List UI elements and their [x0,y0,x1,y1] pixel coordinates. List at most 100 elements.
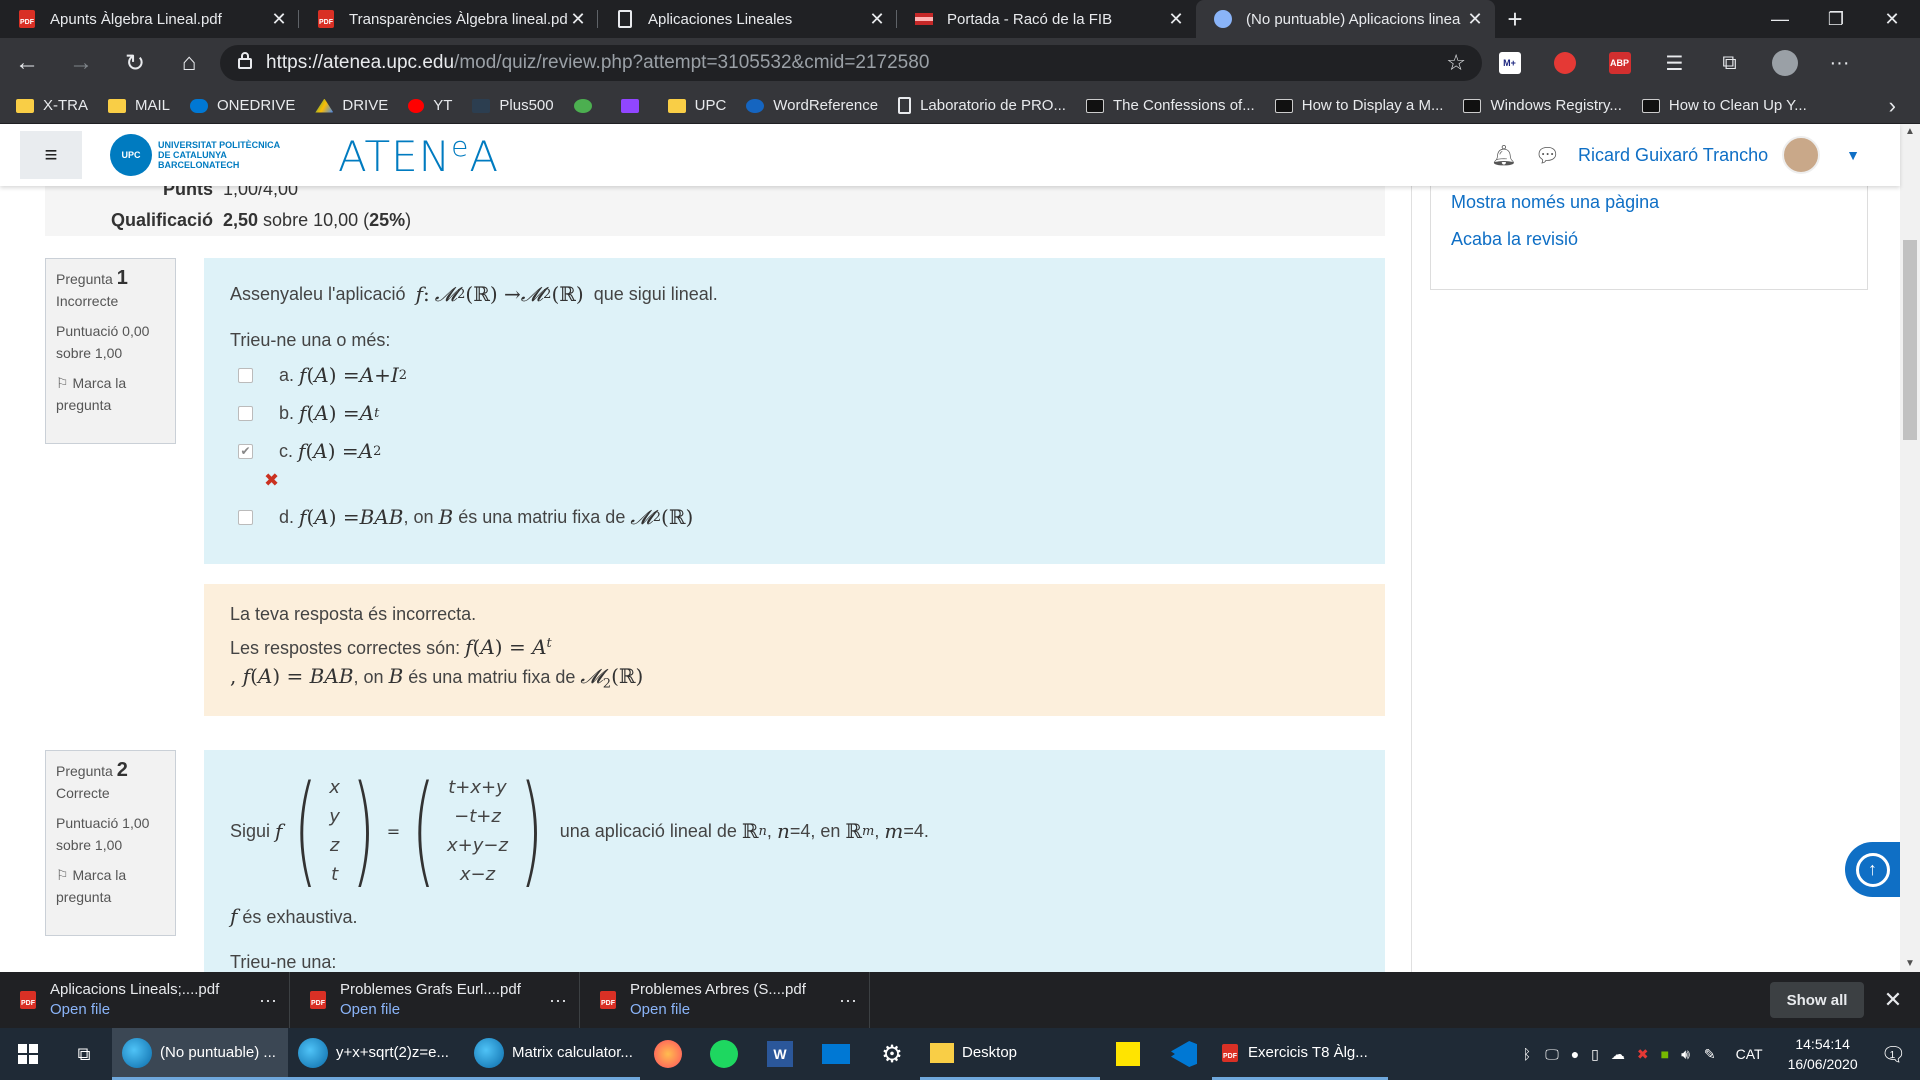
battery-icon[interactable]: ▯ [1591,1046,1599,1063]
more-options-icon[interactable]: ··· [259,990,289,1011]
spotify-tray-icon[interactable]: ● [1571,1046,1579,1062]
bookmark-link[interactable]: Windows Registry... [1463,97,1622,114]
answer-option-d[interactable]: d. f(A) = BAB, on B és una matriu fixa d… [230,498,1359,536]
more-options-icon[interactable]: ··· [549,990,579,1011]
show-one-page-link[interactable]: Mostra només una pàgina [1451,192,1867,213]
vscode-icon[interactable] [1156,1028,1212,1080]
bookmark-folder[interactable]: ONEDRIVE [190,97,295,114]
bell-icon[interactable]: 🔔︎ [1491,143,1516,168]
url-bar[interactable]: https://atenea.upc.edu/mod/quiz/review.p… [220,45,1482,81]
extension-mplus[interactable]: M+ [1482,38,1537,88]
browser-tab[interactable]: PDF Apunts Àlgebra Lineal.pdf ✕ [0,0,299,38]
flag-question-link[interactable]: ⚐ Marca la pregunta [56,864,165,908]
vertical-scrollbar[interactable]: ▲ ▼ [1900,124,1920,972]
network-icon[interactable]: 🖵︎ [1545,1046,1559,1063]
upc-logo[interactable]: UPC UNIVERSITAT POLITÈCNICA DE CATALUNYA… [110,134,308,176]
user-name[interactable]: Ricard Guixaró Trancho [1578,145,1768,166]
taskbar-app-acrobat[interactable]: PDF Exercicis T8 Àlg... [1212,1028,1388,1080]
mail-icon[interactable] [808,1028,864,1080]
download-item[interactable]: PDF Problemes Arbres (S....pdf Open file … [580,972,870,1028]
forward-icon[interactable]: → [54,38,108,88]
bookmark-folder[interactable]: X-TRA [16,97,88,114]
download-item[interactable]: PDF Problemes Grafs Eurl....pdf Open file… [290,972,580,1028]
bookmark-link[interactable]: The Confessions of... [1085,97,1255,114]
avatar[interactable] [1782,136,1821,174]
open-file-link[interactable]: Open file [50,1000,259,1020]
word-icon[interactable]: W [752,1028,808,1080]
pen-icon[interactable]: ✎ [1704,1046,1716,1063]
notifications-icon[interactable]: 🗨︎ 1 [1881,1042,1906,1067]
home-icon[interactable]: ⌂ [162,38,216,88]
answer-option-a[interactable]: a. f(A) = A + I2 [230,356,1359,394]
collections-icon[interactable]: ⧉ [1702,38,1757,88]
spotify-icon[interactable] [696,1028,752,1080]
maximize-button[interactable]: ❐ [1808,0,1864,38]
windows-start-icon[interactable] [0,1028,56,1080]
bookmark-folder[interactable]: YT [408,97,452,114]
browser-tab[interactable]: PDF Transparències Àlgebra lineal.pdf ✕ [299,0,598,38]
bookmark-link[interactable] [573,98,601,113]
taskbar-app-edge[interactable]: Matrix calculator... [464,1028,640,1080]
checkbox[interactable] [238,405,253,421]
minimize-button[interactable]: — [1752,0,1808,38]
firefox-icon[interactable] [640,1028,696,1080]
answer-option-b[interactable]: b. f(A) = At [230,394,1359,432]
tab-close-icon[interactable]: ✕ [1166,9,1186,30]
finish-review-link[interactable]: Acaba la revisió [1451,229,1867,250]
close-downloads-icon[interactable]: ✕ [1878,987,1908,1013]
bookmark-link[interactable]: Plus500 [472,97,554,114]
profile-icon[interactable] [1757,38,1812,88]
chevron-right-icon[interactable]: › [1889,93,1896,119]
onedrive-tray-icon[interactable]: ☁ [1611,1046,1625,1063]
security-icon[interactable]: ✖ [1637,1046,1649,1063]
tab-close-icon[interactable]: ✕ [867,9,887,30]
checkbox[interactable] [238,367,253,383]
scrollbar-thumb[interactable] [1903,240,1917,440]
bookmark-link[interactable] [620,98,648,113]
more-options-icon[interactable]: ··· [839,990,869,1011]
flag-question-link[interactable]: ⚐ Marca la pregunta [56,372,165,416]
tab-close-icon[interactable]: ✕ [568,9,588,30]
adblock-plus-icon[interactable]: ABP [1592,38,1647,88]
taskbar-app-explorer[interactable]: Desktop [920,1028,1100,1080]
bookmark-folder[interactable]: MAIL [108,97,170,114]
caret-down-icon[interactable]: ▼ [1846,147,1860,163]
back-icon[interactable]: ← [0,38,54,88]
nvidia-icon[interactable]: ■ [1661,1046,1669,1062]
bookmark-link[interactable]: How to Display a M... [1274,97,1443,114]
bluetooth-icon[interactable]: ᛒ [1523,1046,1531,1062]
reading-list-icon[interactable]: ☰ [1647,38,1702,88]
download-item[interactable]: PDF Aplicacions Lineals;....pdf Open file… [0,972,290,1028]
menu-icon[interactable]: ≡ [20,131,82,179]
checkbox[interactable] [238,509,253,525]
tab-close-icon[interactable]: ✕ [1465,9,1485,30]
more-menu-icon[interactable]: ··· [1812,38,1867,88]
open-file-link[interactable]: Open file [630,1000,839,1020]
bookmark-link[interactable]: How to Clean Up Y... [1641,97,1807,114]
bookmark-folder[interactable]: UPC [667,97,726,114]
task-view-icon[interactable]: ⧉ [56,1028,112,1080]
clock[interactable]: 14:54:14 16/06/2020 [1775,1034,1871,1074]
sticky-notes-icon[interactable] [1100,1028,1156,1080]
bookmark-link[interactable]: WordReference [746,97,878,114]
show-all-downloads-button[interactable]: Show all [1770,982,1864,1018]
bookmark-folder[interactable]: DRIVE [315,97,388,114]
browser-tab[interactable]: Aplicaciones Lineales ✕ [598,0,897,38]
chat-icon[interactable]: 💬︎ [1535,143,1560,168]
scroll-to-top-button[interactable]: ↑ [1845,842,1900,897]
checkbox-checked[interactable]: ✔ [238,443,253,459]
bookmark-link[interactable]: Laboratorio de PRO... [898,97,1066,114]
browser-tab[interactable]: Portada - Racó de la FIB ✕ [897,0,1196,38]
close-window-button[interactable]: ✕ [1864,0,1920,38]
open-file-link[interactable]: Open file [340,1000,549,1020]
atenea-logo[interactable]: ATENeA [338,130,499,181]
volume-icon[interactable]: 🔊︎ [1681,1046,1690,1063]
refresh-icon[interactable]: ↻ [108,38,162,88]
browser-tab-active[interactable]: (No puntuable) Aplicacions linea ✕ [1196,0,1495,38]
answer-option-c[interactable]: ✔ c. f(A) = A2 [230,432,1359,470]
tab-close-icon[interactable]: ✕ [269,9,289,30]
ublock-icon[interactable] [1537,38,1592,88]
settings-gear-icon[interactable]: ⚙ [864,1028,920,1080]
new-tab-button[interactable]: + [1495,0,1535,38]
input-language[interactable]: CAT [1736,1046,1763,1062]
